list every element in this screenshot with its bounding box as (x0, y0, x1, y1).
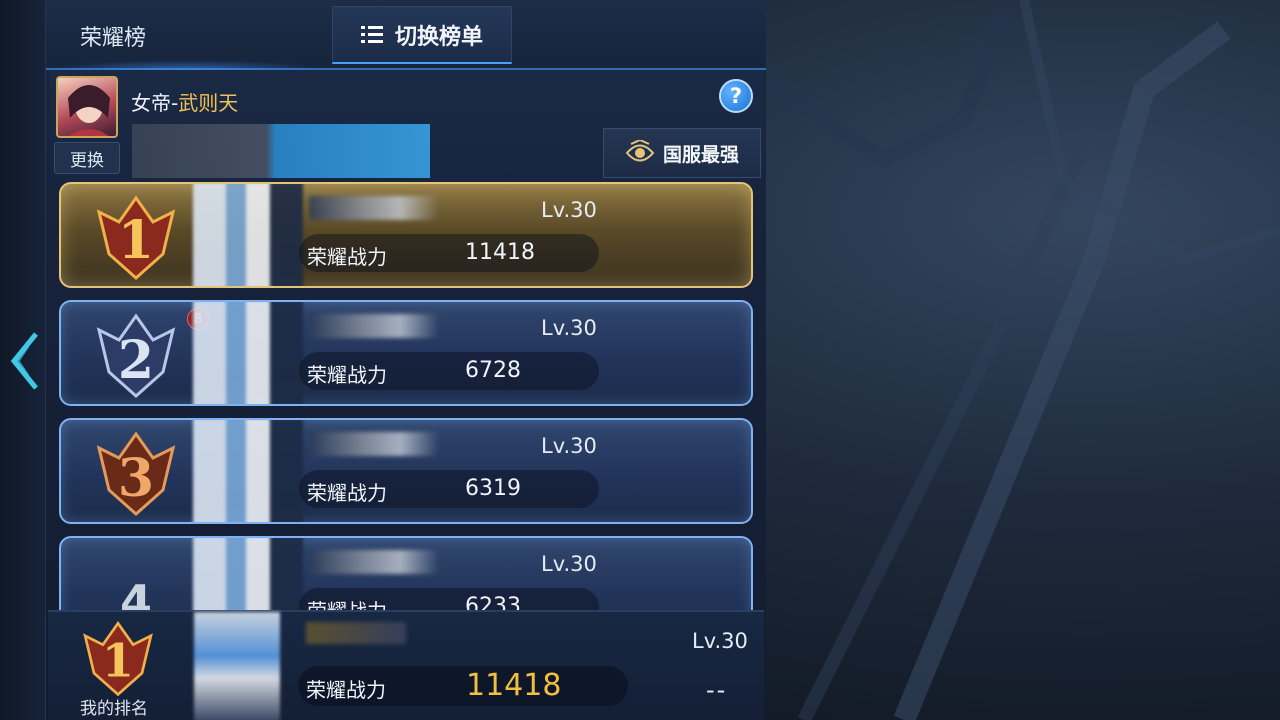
player-name (309, 432, 439, 456)
my-name (306, 622, 406, 644)
power-label: 荣耀战力 (307, 481, 387, 505)
power-value: 6728 (465, 358, 521, 383)
tab-underline (46, 60, 326, 70)
rank-1-badge-icon: 1 (96, 195, 176, 281)
rank-2-number: 2 (118, 330, 154, 391)
player-avatar[interactable] (193, 302, 303, 404)
my-power-value: 11418 (466, 668, 562, 703)
rank-list: 1 Lv.30 荣耀战力 11418 2 8 Lv.30 荣耀战力 6728 3… (46, 180, 766, 610)
my-rank-bar: 1 我的排名 Lv.30 荣耀战力 11418 -- (48, 610, 764, 720)
server-strongest-button[interactable]: 国服最强 (603, 128, 761, 178)
power-label: 荣耀战力 (307, 595, 387, 610)
switch-board-button[interactable]: 切换榜单 (332, 6, 512, 64)
question-icon: ? (729, 84, 743, 108)
obscured-content (132, 124, 430, 178)
player-level: Lv.30 (541, 434, 597, 458)
hero-title-prefix: 女帝- (131, 91, 179, 115)
my-rank-badge-icon: 1 (83, 621, 153, 697)
my-avatar[interactable] (194, 612, 280, 720)
my-rank-extra: -- (706, 676, 728, 704)
hero-title: 女帝-武则天 (131, 87, 238, 116)
rank-row-4[interactable]: 4 Lv.30 荣耀战力 6233 (59, 536, 753, 610)
eye-crest-icon (625, 140, 655, 162)
player-avatar[interactable] (193, 420, 303, 522)
change-hero-button[interactable]: 更换 (54, 142, 120, 174)
hero-avatar[interactable] (56, 76, 118, 138)
rank-1-number: 1 (118, 210, 154, 271)
rank-row-3[interactable]: 3 Lv.30 荣耀战力 6319 (59, 418, 753, 524)
player-level: Lv.30 (541, 552, 597, 576)
my-power-label: 荣耀战力 (306, 678, 386, 702)
player-avatar[interactable] (193, 538, 303, 610)
player-name (309, 550, 439, 574)
header: 荣耀榜 切换榜单 (46, 0, 766, 70)
rank-4-number: 4 (120, 575, 152, 610)
help-button[interactable]: ? (719, 79, 753, 113)
rank-2-badge-icon: 2 (96, 313, 176, 399)
background-art (764, 0, 1280, 720)
rank-3-badge-icon: 3 (96, 431, 176, 517)
switch-board-label: 切换榜单 (394, 24, 483, 50)
rank-row-1[interactable]: 1 Lv.30 荣耀战力 11418 (59, 182, 753, 288)
player-avatar[interactable] (193, 184, 303, 286)
tab-honor[interactable]: 荣耀榜 (80, 20, 146, 52)
player-level: Lv.30 (541, 316, 597, 340)
player-name (309, 314, 439, 338)
my-level: Lv.30 (692, 629, 748, 653)
player-level: Lv.30 (541, 198, 597, 222)
back-chevron-icon[interactable] (6, 326, 42, 396)
rank-row-2[interactable]: 2 8 Lv.30 荣耀战力 6728 (59, 300, 753, 406)
power-label: 荣耀战力 (307, 245, 387, 269)
list-icon (360, 25, 383, 44)
power-value: 11418 (465, 240, 535, 265)
server-strongest-label: 国服最强 (662, 143, 739, 166)
rank-4-badge-icon: 4 (120, 575, 152, 610)
my-rank-number: 1 (102, 634, 134, 688)
player-name (309, 196, 439, 220)
my-rank-label: 我的排名 (80, 699, 148, 719)
power-value: 6233 (465, 594, 521, 610)
power-value: 6319 (465, 476, 521, 501)
power-label: 荣耀战力 (307, 363, 387, 387)
rank-3-number: 3 (118, 448, 154, 509)
hero-name: 武则天 (178, 91, 239, 115)
